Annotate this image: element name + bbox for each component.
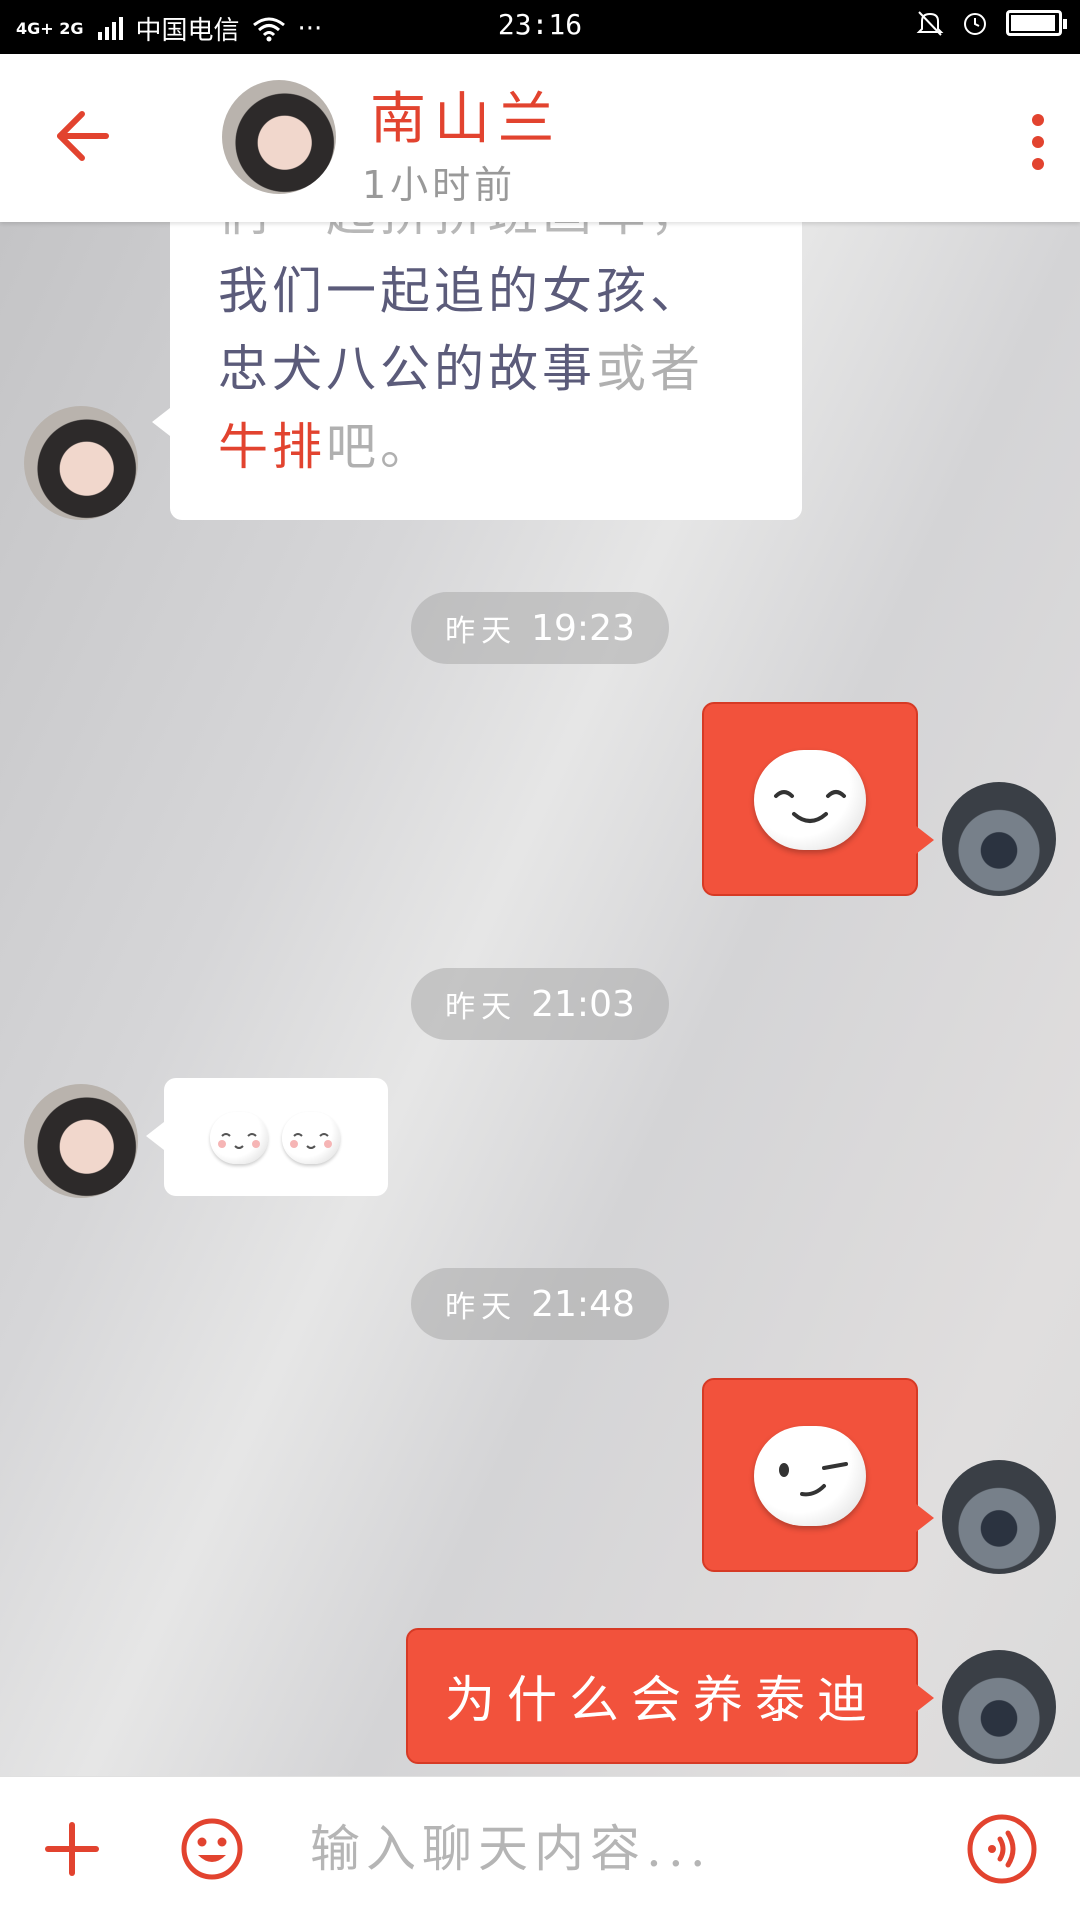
outgoing-emoji-bubble[interactable] <box>702 1378 934 1572</box>
blush-emoji-icon <box>210 1112 268 1164</box>
text-line: 我们一起追的女孩、 <box>218 262 704 320</box>
bubble-tail <box>916 826 934 854</box>
timestamp-pill: 昨天 21:03 <box>411 968 669 1040</box>
status-bar: 4G+ 2G 中国电信 ··· 23:16 <box>0 0 1080 54</box>
last-seen: 1小时前 <box>362 163 517 207</box>
alarm-icon <box>964 13 986 35</box>
text-line: 牛排吧。 <box>218 408 778 486</box>
timestamp-pill: 昨天 19:23 <box>411 592 669 664</box>
bell-muted-icon <box>916 11 944 36</box>
voice-icon[interactable] <box>966 1813 1038 1885</box>
more-menu-icon[interactable] <box>1026 114 1050 170</box>
text-span: 吧。 <box>326 418 434 476</box>
timestamp-day: 昨天 <box>445 990 518 1025</box>
bubble-tail <box>146 1122 164 1150</box>
highlight-span: 牛排 <box>218 418 326 476</box>
wink-emoji-icon <box>754 1426 866 1526</box>
plus-icon[interactable] <box>44 1821 100 1877</box>
outgoing-text-bubble[interactable]: 为什么会养泰迪 <box>406 1628 934 1764</box>
chat-header: 南山兰 1小时前 <box>0 54 1080 222</box>
message-list[interactable]: 们一起拼拼班画车， 我们一起追的女孩、 忠犬八公的故事或者 牛排吧。 昨天 19… <box>0 222 1080 1776</box>
text-line: 们一起拼拼班画车， <box>218 222 778 252</box>
timestamp-time: 21:48 <box>531 1283 635 1325</box>
outgoing-text: 为什么会养泰迪 <box>445 1671 879 1729</box>
composer-bar <box>0 1776 1080 1921</box>
my-avatar[interactable] <box>942 1650 1056 1764</box>
blush-emoji-icon <box>282 1112 340 1164</box>
my-avatar[interactable] <box>942 782 1056 896</box>
timestamp-day: 昨天 <box>445 614 518 649</box>
text-line: 忠犬八公的故事或者 <box>218 330 778 408</box>
incoming-emoji-bubble[interactable] <box>146 1078 388 1196</box>
outgoing-emoji-bubble[interactable] <box>702 702 934 896</box>
bubble-tail <box>152 408 170 436</box>
text-span: 忠犬八公的故事 <box>218 340 596 398</box>
text-span: 或者 <box>596 340 704 398</box>
contact-message-avatar[interactable] <box>24 1084 138 1198</box>
back-arrow-icon[interactable] <box>52 106 112 166</box>
timestamp-time: 21:03 <box>531 983 635 1025</box>
incoming-text-bubble[interactable]: 们一起拼拼班画车， 我们一起追的女孩、 忠犬八公的故事或者 牛排吧。 <box>152 222 802 520</box>
battery-level <box>1011 15 1055 31</box>
smile-emoji-icon <box>754 750 866 850</box>
timestamp-day: 昨天 <box>445 1290 518 1325</box>
emoji-icon[interactable] <box>180 1817 244 1881</box>
contact-message-avatar[interactable] <box>24 406 138 520</box>
timestamp-time: 19:23 <box>531 607 635 649</box>
battery-icon <box>1006 10 1067 36</box>
timestamp-pill: 昨天 21:48 <box>411 1268 669 1340</box>
contact-avatar[interactable] <box>222 80 336 194</box>
incoming-text: 们一起拼拼班画车， 我们一起追的女孩、 忠犬八公的故事或者 牛排吧。 <box>218 222 778 486</box>
my-avatar[interactable] <box>942 1460 1056 1574</box>
contact-name: 南山兰 <box>370 87 562 152</box>
bubble-tail <box>916 1504 934 1532</box>
bubble-tail <box>916 1684 934 1712</box>
status-right <box>916 8 1067 38</box>
message-input[interactable] <box>310 1813 930 1885</box>
